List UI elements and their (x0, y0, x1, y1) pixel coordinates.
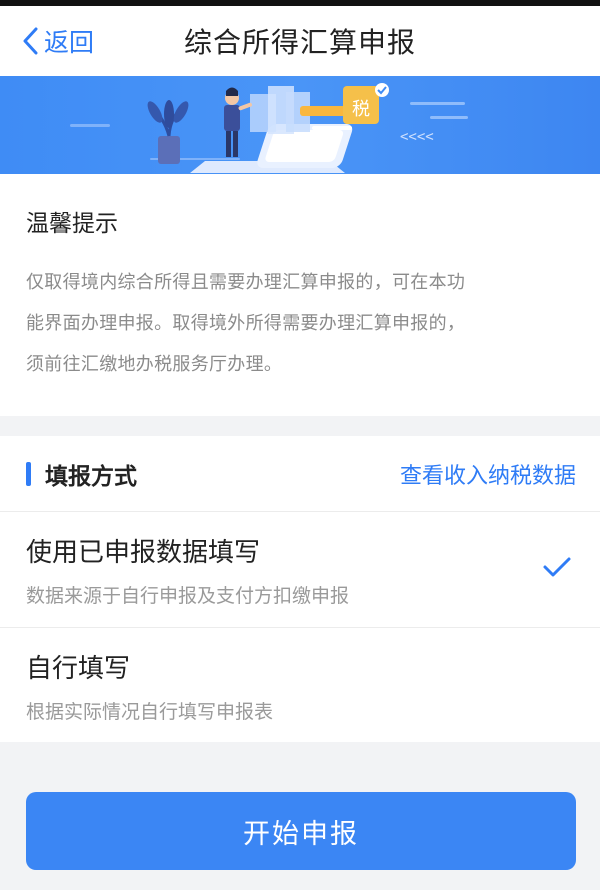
option-title: 自行填写 (26, 654, 131, 684)
arrows-text: <<<< (400, 129, 434, 145)
view-tax-data-link[interactable]: 查看收入纳税数据 (400, 458, 576, 490)
section-title: 填报方式 (45, 463, 137, 490)
option-use-declared-data[interactable]: 使用已申报数据填写 数据来源于自行申报及支付方扣缴申报 (0, 512, 600, 627)
option-subtitle: 根据实际情况自行填写申报表 (26, 701, 274, 723)
chevron-left-icon (23, 27, 38, 55)
back-label: 返回 (44, 28, 95, 57)
navigation-bar: 返回 综合所得汇算申报 (0, 6, 600, 76)
banner-graphic: 税 <<<< (70, 83, 468, 173)
plant-icon (147, 100, 189, 164)
checkmark-icon (543, 557, 571, 577)
filing-method-section: 填报方式 查看收入纳税数据 使用已申报数据填写 数据来源于自行申报及支付方扣缴申… (0, 436, 600, 742)
page-title: 综合所得汇算申报 (183, 26, 416, 59)
section-header: 填报方式 查看收入纳税数据 (0, 436, 600, 512)
section-title-wrap: 填报方式 (26, 457, 137, 491)
tax-badge-label: 税 (352, 99, 370, 120)
banner-illustration: 税 <<<< (0, 76, 600, 174)
tips-text: 仅取得境内综合所得且需要办理汇算申报的，可在本功 能界面办理申报。取得境外所得需… (26, 262, 574, 385)
option-self-fill[interactable]: 自行填写 根据实际情况自行填写申报表 (0, 627, 600, 742)
section-accent-bar (26, 461, 31, 486)
back-button[interactable]: 返回 (22, 6, 94, 76)
tax-badge-icon: 税 (343, 83, 389, 124)
tips-line: 仅取得境内综合所得且需要办理汇算申报的，可在本功 (26, 272, 466, 293)
tips-title: 温馨提示 (26, 211, 118, 237)
tips-line: 须前往汇缴地办税服务厅办理。 (26, 354, 283, 375)
option-subtitle: 数据来源于自行申报及支付方扣缴申报 (26, 585, 350, 607)
tips-line: 能界面办理申报。取得境外所得需要办理汇算申报的， (26, 313, 466, 334)
option-title: 使用已申报数据填写 (26, 538, 261, 568)
tips-card: 温馨提示 仅取得境内综合所得且需要办理汇算申报的，可在本功 能界面办理申报。取得… (0, 174, 600, 416)
start-declaration-button[interactable]: 开始申报 (26, 792, 576, 870)
person-illustration (224, 87, 252, 157)
